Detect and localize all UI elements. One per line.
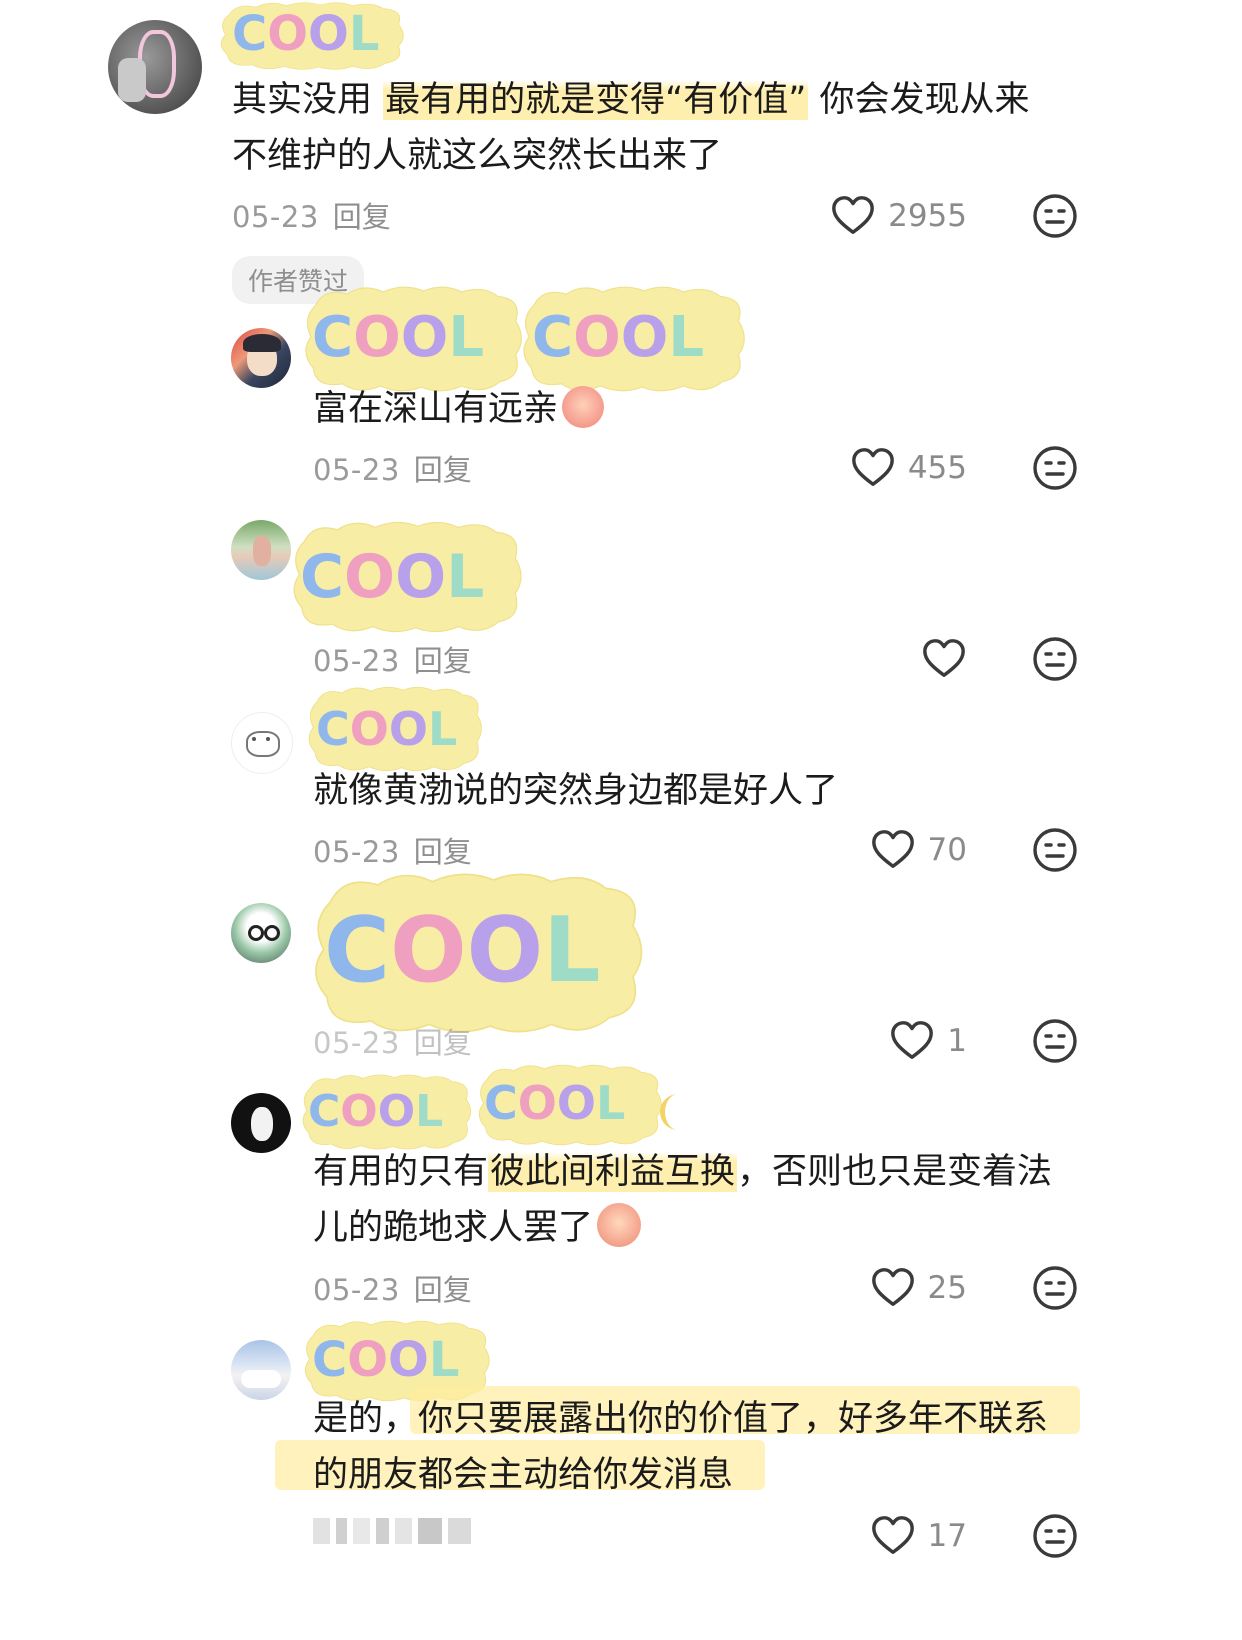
crescent-moon-icon [660, 1094, 678, 1130]
neutral-face-icon[interactable] [1031, 1264, 1079, 1312]
text-part: 有用的只有 [313, 1152, 489, 1192]
like-button[interactable]: 455 [850, 444, 967, 492]
neutral-face-icon[interactable] [1031, 1512, 1079, 1560]
like-count: 455 [907, 450, 967, 486]
neutral-face-icon[interactable] [1031, 444, 1079, 492]
cool-sticker: COOL [306, 684, 486, 774]
neutral-face-icon[interactable] [1031, 192, 1079, 240]
reply-button[interactable]: 回复 [414, 1026, 472, 1060]
comment-text-line2: 不维护的人就这么突然长出来了 [232, 136, 723, 176]
cool-sticker: COOL [476, 1062, 666, 1148]
avatar[interactable] [108, 20, 202, 114]
avatar[interactable] [231, 712, 293, 774]
sticker-label: COOL [484, 1076, 626, 1130]
comment-meta: 05-23 回复 [313, 1020, 472, 1062]
sticker-label: COOL [532, 305, 705, 370]
comment-date: 05-23 [313, 1026, 400, 1060]
like-button[interactable] [921, 635, 967, 683]
heart-outline-icon [830, 193, 876, 239]
comment-date: 05-23 [313, 644, 400, 678]
cool-sticker: COOL [310, 868, 650, 1038]
heart-outline-icon [870, 827, 916, 873]
crying-face-emoji [562, 386, 605, 428]
avatar[interactable] [231, 328, 291, 388]
comment-date: 05-23 [313, 453, 400, 487]
comment-text-line2: 的朋友都会主动给你发消息 [313, 1455, 734, 1495]
cool-sticker: COOL [300, 1072, 475, 1152]
cool-sticker: COOL [302, 283, 527, 395]
sticker-label: COOL [312, 305, 485, 370]
cool-sticker: COOL [520, 283, 750, 395]
reply-button[interactable]: 回复 [414, 835, 472, 869]
text-part: 儿的跪地求人罢了 [313, 1208, 594, 1248]
reply-button[interactable]: 回复 [414, 1273, 472, 1307]
comment-meta: 05-23 回复 [313, 447, 472, 489]
sticker-label: COOL [324, 898, 601, 1003]
heart-outline-icon [889, 1018, 935, 1064]
cool-sticker: COOL [218, 0, 408, 72]
like-count: 2955 [888, 198, 967, 234]
heart-outline-icon [921, 636, 967, 682]
comment-meta: 05-23 回复 [313, 829, 472, 871]
highlighted-text: 彼此间利益互换 [488, 1152, 738, 1192]
comment-meta: 05-23 回复 [313, 638, 472, 680]
like-count: 25 [927, 1270, 967, 1306]
text-part: ，否则也只是变着法 [737, 1152, 1053, 1192]
cool-sticker: COOL [290, 518, 527, 636]
sticker-label: COOL [308, 1086, 444, 1137]
like-button[interactable]: 17 [870, 1512, 967, 1560]
pixelated-meta [313, 1518, 471, 1546]
sticker-label: COOL [232, 6, 380, 62]
crying-face-emoji [597, 1203, 642, 1247]
comment-text: 富在深山有远亲 [313, 380, 605, 438]
comment-date: 05-23 [313, 1273, 400, 1307]
comment-meta: 05-23 回复 [232, 194, 391, 236]
neutral-face-icon[interactable] [1031, 635, 1079, 683]
reply-button[interactable]: 回复 [414, 453, 472, 487]
comment-text: 就像黄渤说的突然身边都是好人了 [313, 771, 839, 811]
comment-meta: 05-23 回复 [313, 1267, 472, 1309]
like-count: 17 [927, 1518, 967, 1554]
like-button[interactable]: 1 [889, 1017, 967, 1065]
comment-text: 是的，你只要展露出你的价值了，好多年不联系 [313, 1399, 1049, 1439]
text-part: 你会发现从来 [808, 80, 1030, 120]
heart-outline-icon [870, 1513, 916, 1559]
like-count: 70 [927, 832, 967, 868]
sticker-label: COOL [300, 542, 485, 612]
avatar[interactable] [231, 1093, 291, 1153]
comment-text: 其实没用 最有用的就是变得“有价值” 你会发现从来 [232, 71, 1030, 129]
comment-date: 05-23 [232, 200, 319, 234]
reply-button[interactable]: 回复 [414, 644, 472, 678]
like-button[interactable]: 25 [870, 1264, 967, 1312]
text-part: 富在深山有远亲 [313, 389, 559, 429]
heart-outline-icon [850, 445, 896, 491]
comment-text: 有用的只有彼此间利益互换，否则也只是变着法 [313, 1143, 1052, 1201]
sticker-label: COOL [312, 1332, 460, 1388]
neutral-face-icon[interactable] [1031, 1017, 1079, 1065]
like-button[interactable]: 2955 [830, 192, 967, 240]
reply-button[interactable]: 回复 [333, 200, 391, 234]
neutral-face-icon[interactable] [1031, 826, 1079, 874]
like-button[interactable]: 70 [870, 826, 967, 874]
highlighted-text: 最有用的就是变得“有价值” [383, 80, 809, 120]
comment-date: 05-23 [313, 835, 400, 869]
avatar[interactable] [231, 1340, 291, 1400]
avatar[interactable] [231, 520, 291, 580]
heart-outline-icon [870, 1265, 916, 1311]
avatar[interactable] [231, 903, 291, 963]
comment-text-line2: 儿的跪地求人罢了 [313, 1199, 642, 1257]
like-count: 1 [947, 1023, 967, 1059]
text-part: 其实没用 [232, 80, 384, 120]
sticker-label: COOL [316, 702, 458, 756]
